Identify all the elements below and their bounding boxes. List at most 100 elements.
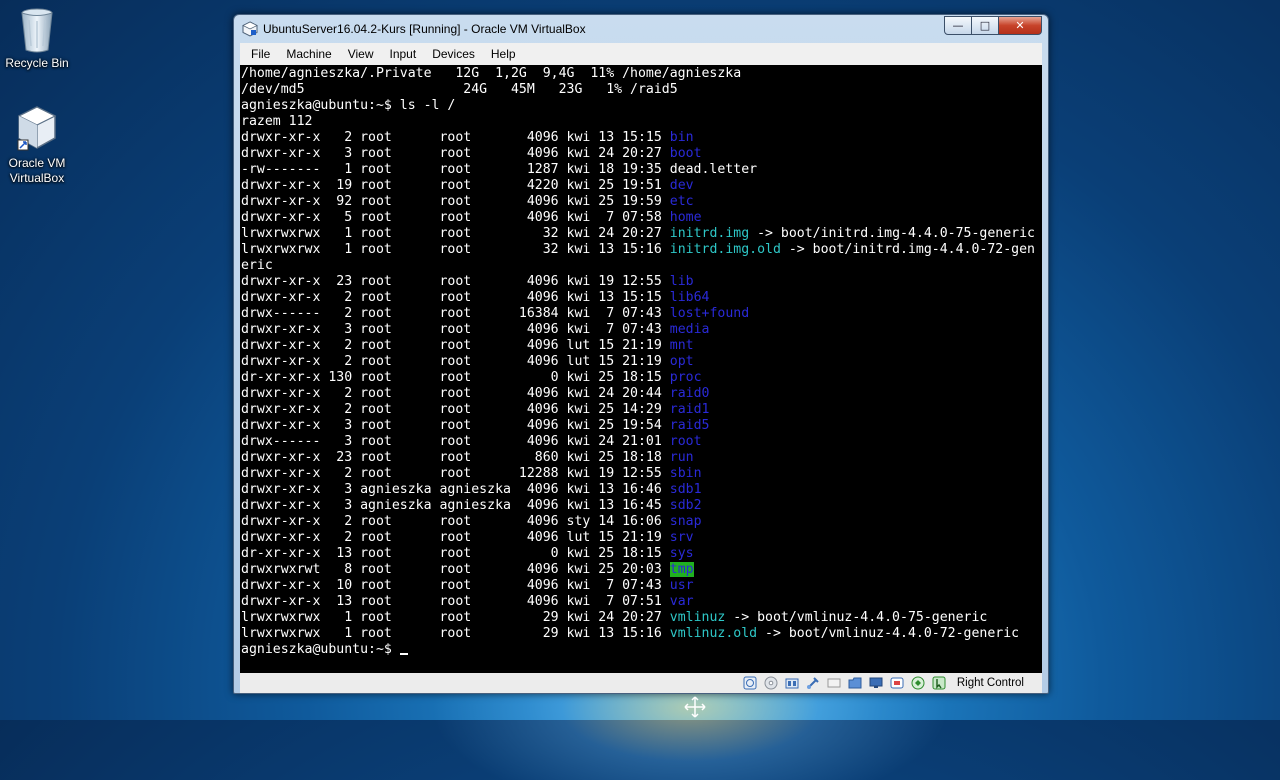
- shared-folders-icon[interactable]: [848, 676, 862, 690]
- menu-file[interactable]: File: [240, 47, 278, 61]
- terminal-text: /home/agnieszka/.Private 12G 1,2G 9,4G 1…: [241, 66, 742, 81]
- terminal-text: drwxr-xr-x 3 root root 4096 kwi 7 07:43: [241, 322, 670, 337]
- terminal-text: lrwxrwxrwx 1 root root 32 kwi 24 20:27: [241, 226, 670, 241]
- terminal-line: dr-xr-xr-x 130 root root 0 kwi 25 18:15 …: [241, 370, 1035, 386]
- video-capture-icon[interactable]: [890, 676, 904, 690]
- terminal-line: drwxr-xr-x 2 root root 4096 kwi 13 15:15…: [241, 290, 1035, 306]
- terminal-line: drwxr-xr-x 2 root root 12288 kwi 19 12:5…: [241, 466, 1035, 482]
- terminal-entry-dir: opt: [669, 354, 694, 369]
- terminal-entry-dir: media: [669, 322, 710, 337]
- status-bar: Right Control: [240, 673, 1042, 693]
- terminal-line: drwxr-xr-x 3 root root 4096 kwi 25 19:54…: [241, 418, 1035, 434]
- close-icon: ✕: [1015, 19, 1025, 32]
- terminal-text: drwxr-xr-x 19 root root 4220 kwi 25 19:5…: [241, 178, 670, 193]
- terminal-entry-dir: proc: [669, 370, 702, 385]
- terminal-line: lrwxrwxrwx 1 root root 29 kwi 24 20:27 v…: [241, 610, 1035, 626]
- terminal-line: drwxr-xr-x 2 root root 4096 lut 15 21:19…: [241, 530, 1035, 546]
- terminal-text: lrwxrwxrwx 1 root root 29 kwi 13 15:16: [241, 626, 670, 641]
- menu-input[interactable]: Input: [382, 47, 425, 61]
- terminal-text: drwxr-xr-x 13 root root 4096 kwi 7 07:51: [241, 594, 670, 609]
- terminal-line: drwxr-xr-x 3 agnieszka agnieszka 4096 kw…: [241, 482, 1035, 498]
- optical-drive-icon[interactable]: [764, 676, 778, 690]
- usb-icon[interactable]: [827, 676, 841, 690]
- terminal-entry-dir: snap: [669, 514, 702, 529]
- desktop-icon-recycle-bin[interactable]: Recycle Bin: [0, 6, 79, 71]
- terminal-text: /dev/md5 24G 45M 23G 1% /raid5: [241, 82, 678, 97]
- menu-devices[interactable]: Devices: [424, 47, 483, 61]
- terminal-line: drwxr-xr-x 5 root root 4096 kwi 7 07:58 …: [241, 210, 1035, 226]
- terminal-line: drwxr-xr-x 19 root root 4220 kwi 25 19:5…: [241, 178, 1035, 194]
- window-controls: — □ ✕: [944, 16, 1042, 35]
- terminal-text: drwxr-xr-x 2 root root 4096 lut 15 21:19: [241, 338, 670, 353]
- terminal-line: drwxr-xr-x 23 root root 860 kwi 25 18:18…: [241, 450, 1035, 466]
- terminal-line: /home/agnieszka/.Private 12G 1,2G 9,4G 1…: [241, 66, 1035, 82]
- virtualbox-window: UbuntuServer16.04.2-Kurs [Running] - Ora…: [233, 14, 1049, 694]
- virtualbox-icon: [17, 106, 57, 151]
- terminal-text: drwxr-xr-x 3 agnieszka agnieszka 4096 kw…: [241, 498, 670, 513]
- terminal-line: razem 112: [241, 114, 1035, 130]
- terminal-line: drwxr-xr-x 23 root root 4096 kwi 19 12:5…: [241, 274, 1035, 290]
- terminal-line: drwxr-xr-x 3 agnieszka agnieszka 4096 kw…: [241, 498, 1035, 514]
- terminal-cursor: [399, 653, 408, 655]
- terminal-text: eric: [241, 258, 273, 273]
- terminal-entry-dir: run: [669, 450, 694, 465]
- maximize-icon: □: [979, 19, 991, 32]
- terminal-text: -> boot/vmlinuz-4.4.0-75-generic: [725, 610, 988, 625]
- terminal-line: lrwxrwxrwx 1 root root 32 kwi 24 20:27 i…: [241, 226, 1035, 242]
- terminal-entry-link: vmlinuz: [669, 610, 726, 625]
- terminal-entry-dir: usr: [669, 578, 694, 593]
- terminal-line: agnieszka@ubuntu:~$ ls -l /: [241, 98, 1035, 114]
- display-icon[interactable]: [869, 676, 883, 690]
- desktop-icon-label: Recycle Bin: [5, 56, 69, 70]
- close-button[interactable]: ✕: [998, 16, 1042, 35]
- terminal-entry-dir: var: [669, 594, 694, 609]
- terminal-line: drwxr-xr-x 2 root root 4096 kwi 25 14:29…: [241, 402, 1035, 418]
- window-title: UbuntuServer16.04.2-Kurs [Running] - Ora…: [263, 22, 586, 36]
- terminal-line: /dev/md5 24G 45M 23G 1% /raid5: [241, 82, 1035, 98]
- terminal-line: drwxr-xr-x 2 root root 4096 kwi 13 15:15…: [241, 130, 1035, 146]
- audio-icon[interactable]: [785, 676, 799, 690]
- terminal-text: -> boot/initrd.img-4.4.0-75-generic: [749, 226, 1035, 241]
- mouse-cursor-icon: [684, 696, 706, 718]
- terminal-line: lrwxrwxrwx 1 root root 32 kwi 13 15:16 i…: [241, 242, 1035, 258]
- menu-bar: File Machine View Input Devices Help: [240, 43, 1042, 65]
- terminal-entry-link: initrd.img: [669, 226, 750, 241]
- terminal-line: drwxr-xr-x 2 root root 4096 lut 15 21:19…: [241, 338, 1035, 354]
- terminal-line: lrwxrwxrwx 1 root root 29 kwi 13 15:16 v…: [241, 626, 1035, 642]
- desktop-icon-virtualbox[interactable]: Oracle VM VirtualBox: [0, 104, 79, 186]
- maximize-button[interactable]: □: [971, 16, 999, 35]
- terminal-entry-dir: raid0: [669, 386, 710, 401]
- terminal-entry-dir: root: [669, 434, 702, 449]
- terminal-output: /home/agnieszka/.Private 12G 1,2G 9,4G 1…: [241, 66, 1035, 658]
- vm-screen[interactable]: /home/agnieszka/.Private 12G 1,2G 9,4G 1…: [240, 65, 1042, 673]
- terminal-text: drwxr-xr-x 10 root root 4096 kwi 7 07:43: [241, 578, 670, 593]
- terminal-text: drwxr-xr-x 2 root root 4096 kwi 24 20:44: [241, 386, 670, 401]
- terminal-entry-dir: lib64: [669, 290, 710, 305]
- window-titlebar[interactable]: UbuntuServer16.04.2-Kurs [Running] - Ora…: [234, 15, 1048, 43]
- terminal-text: agnieszka@ubuntu:~$ ls -l /: [241, 98, 456, 113]
- terminal-text: drwxr-xr-x 2 root root 4096 kwi 13 15:15: [241, 290, 670, 305]
- virtualization-icon[interactable]: [911, 676, 925, 690]
- hard-disk-icon[interactable]: [743, 676, 757, 690]
- terminal-line: drwxr-xr-x 13 root root 4096 kwi 7 07:51…: [241, 594, 1035, 610]
- terminal-text: drwxr-xr-x 2 root root 4096 lut 15 21:19: [241, 354, 670, 369]
- minimize-button[interactable]: —: [944, 16, 972, 35]
- network-icon[interactable]: [806, 676, 820, 690]
- menu-machine[interactable]: Machine: [278, 47, 339, 61]
- terminal-line: -rw------- 1 root root 1287 kwi 18 19:35…: [241, 162, 1035, 178]
- menu-help[interactable]: Help: [483, 47, 524, 61]
- mouse-integration-icon[interactable]: [932, 676, 946, 690]
- terminal-text: lrwxrwxrwx 1 root root 29 kwi 24 20:27: [241, 610, 670, 625]
- terminal-entry-dir: lost+found: [669, 306, 750, 321]
- terminal-entry-dir: lib: [669, 274, 694, 289]
- terminal-text: -> boot/vmlinuz-4.4.0-72-generic: [757, 626, 1020, 641]
- terminal-text: drwxr-xr-x 23 root root 4096 kwi 19 12:5…: [241, 274, 670, 289]
- menu-view[interactable]: View: [340, 47, 382, 61]
- terminal-line: drwxrwxrwt 8 root root 4096 kwi 25 20:03…: [241, 562, 1035, 578]
- terminal-text: drwxr-xr-x 5 root root 4096 kwi 7 07:58: [241, 210, 670, 225]
- terminal-entry-dir: raid5: [669, 418, 710, 433]
- terminal-line: dr-xr-xr-x 13 root root 0 kwi 25 18:15 s…: [241, 546, 1035, 562]
- minimize-icon: —: [952, 19, 964, 32]
- terminal-line: drwxr-xr-x 3 root root 4096 kwi 24 20:27…: [241, 146, 1035, 162]
- terminal-text: drwxr-xr-x 2 root root 4096 kwi 13 15:15: [241, 130, 670, 145]
